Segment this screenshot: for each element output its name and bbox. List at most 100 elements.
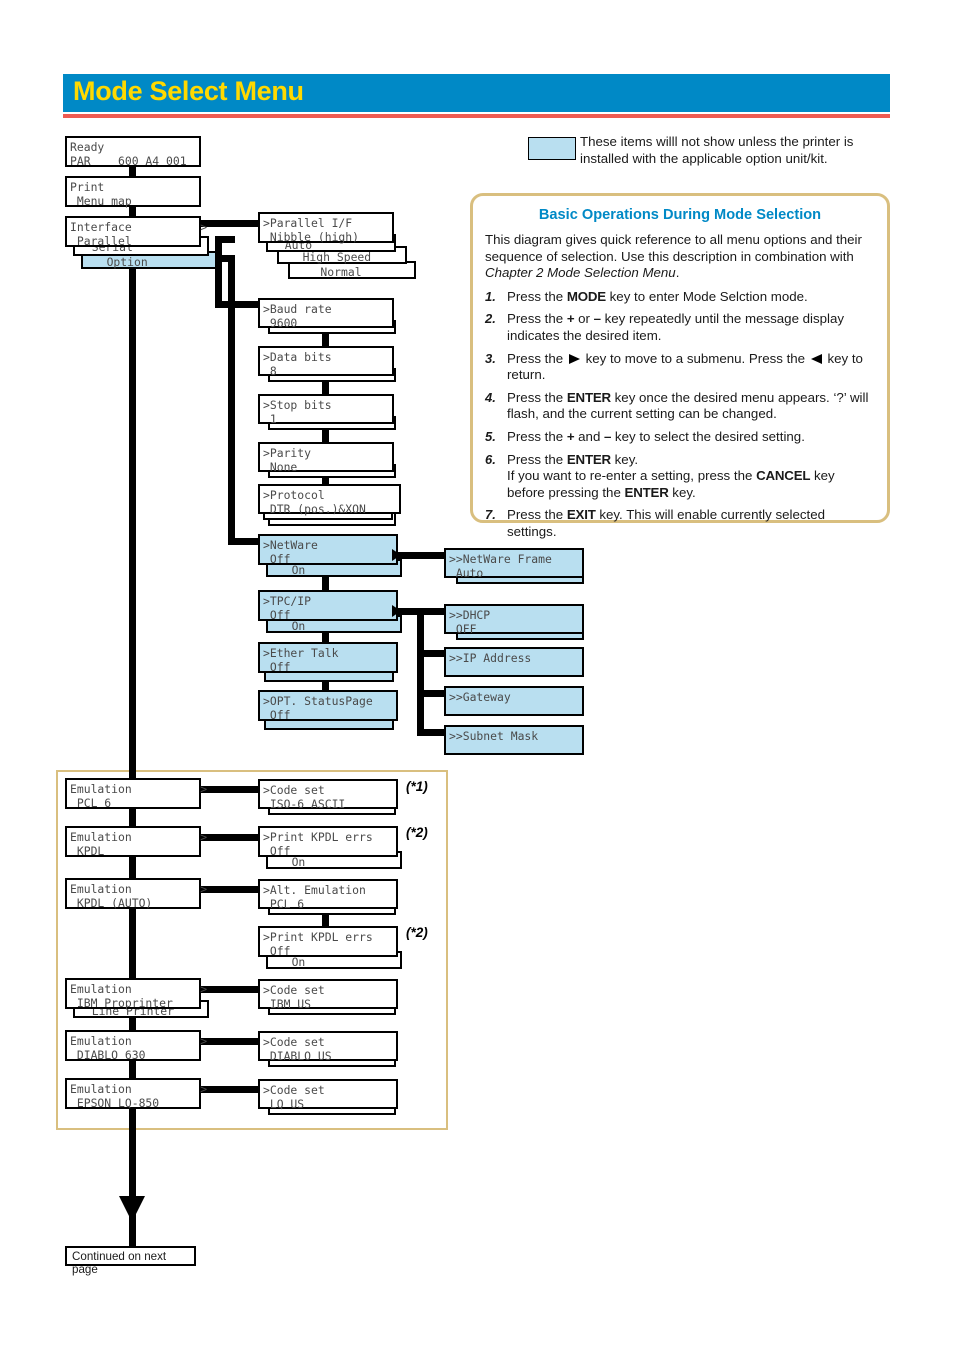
lcd-line-1: >>Gateway — [449, 690, 511, 704]
step-item-3: 3. Press the key to move to a submenu. Pr… — [485, 351, 875, 384]
key-enter: ENTER — [566, 389, 611, 405]
step-number: 1. — [485, 288, 496, 304]
lcd-line-1: Emulation > — [70, 782, 208, 796]
connector-ibm-to-codeset — [201, 986, 263, 993]
lcd-line-2: OFF — [449, 622, 477, 636]
lcd-emulation-pcl6: Emulation > PCL 6 — [65, 778, 207, 810]
lcd-line-1: >Parallel I/F — [263, 216, 353, 230]
step-item-6: 6. Press the ENTER key. If you want to re-… — [485, 452, 875, 502]
basic-operations-title: Basic Operations During Mode Selection — [538, 207, 822, 223]
lcd-line-2: PCL 6 — [70, 796, 112, 810]
lcd-line-2: DIABLO US — [263, 1049, 332, 1063]
tcpip-submenu-arrow-icon — [392, 605, 401, 617]
lcd-line-1: >NetWare — [263, 538, 318, 552]
step-text-b: and — [574, 428, 605, 444]
lcd-line-1: >>DHCP — [449, 608, 491, 622]
lcd-line-1: Print — [70, 180, 105, 194]
step-item-4: 4. Press the ENTER key once the desired m… — [485, 390, 875, 423]
lcd-subnet-mask: >>Subnet Mask — [444, 725, 584, 755]
lcd-line-1: Emulation > — [70, 1034, 208, 1048]
lcd-interface: Interface > Parallel — [65, 216, 207, 248]
lcd-ip-address: >>IP Address — [444, 647, 584, 677]
lcd-line-2: KPDL — [70, 844, 105, 858]
lcd-line-1: >Ether Talk — [263, 646, 339, 660]
lcd-code-set-lq: >Code set LQ US — [258, 1079, 398, 1111]
lcd-line-1: Interface > — [70, 220, 208, 234]
connector-branch-ip-address — [417, 650, 447, 657]
lcd-line-2: Parallel — [70, 234, 132, 248]
connector-diablo-to-codeset — [201, 1038, 263, 1045]
lcd-line-1: High Speed — [282, 250, 372, 264]
lcd-dhcp: >>DHCP OFF — [444, 604, 584, 636]
connector-kpdlauto-to-altemu — [201, 886, 263, 893]
lcd-line-1: Normal — [293, 265, 362, 279]
footnote-marker-1: (*1) — [406, 779, 428, 794]
legend-note: These items willl not show unless the pr… — [580, 134, 854, 166]
lcd-emulation-diablo-630: Emulation > DIABLO 630 — [65, 1030, 207, 1062]
key-exit: EXIT — [566, 507, 596, 523]
lcd-line-1: >Stop bits — [263, 398, 332, 412]
lcd-print-menu-map: Print Menu map — [65, 176, 201, 208]
page-header-bar: Mode Select Menu — [63, 74, 890, 112]
lcd-netware-frame: >>NetWare Frame Auto — [444, 548, 584, 580]
step-text-a: Press the — [507, 389, 567, 405]
step-text-b: key. — [610, 451, 639, 467]
lcd-line-1: >Print KPDL errs — [263, 830, 373, 844]
footnote-marker-2a: (*2) — [406, 825, 428, 840]
step-text-b: key to move to a submenu. Press the — [581, 350, 809, 366]
step-item-5: 5. Press the + and – key to select the de… — [485, 429, 875, 446]
header-underline-rule — [63, 114, 890, 118]
lcd-code-set-diablo: >Code set DIABLO US — [258, 1031, 398, 1063]
key-minus: – — [593, 311, 601, 327]
lcd-line-1: >>NetWare Frame — [449, 552, 552, 566]
lcd-line-2: Auto — [449, 566, 484, 580]
lcd-line-2: 1 — [263, 412, 277, 426]
step-text-a: Press the — [507, 507, 567, 523]
lcd-emulation-kpdl: Emulation > KPDL — [65, 826, 207, 858]
lcd-line-2: LQ US — [263, 1097, 305, 1111]
step-item-2: 2. Press the + or – key repeatedly until … — [485, 311, 875, 344]
step-text-a: Press the — [507, 311, 567, 327]
lcd-print-kpdl-errs-2: >Print KPDL errs Off — [258, 926, 398, 958]
mode-select-menu-page: Mode Select Menu These items willl not s… — [0, 0, 954, 1351]
basic-operations-panel: Basic Operations During Mode Selection T… — [470, 193, 890, 539]
page-title: Mode Select Menu — [73, 76, 304, 106]
continued-on-next-page-label: Continued on next page — [65, 1246, 196, 1276]
lcd-line-1: Emulation > — [70, 830, 208, 844]
connector-option-vertical — [228, 255, 235, 545]
lcd-line-1: >Code set — [263, 783, 325, 797]
step-number: 6. — [485, 451, 496, 467]
step-text-b: key to enter Mode Selction mode. — [605, 288, 808, 304]
lcd-alt-emulation: >Alt. Emulation PCL 6 — [258, 879, 398, 911]
lcd-line-2: Off — [263, 708, 291, 722]
lcd-protocol: >Protocol DTR (pos.)&XON — [258, 484, 401, 516]
lcd-line-2: Nibble (high) — [263, 230, 360, 244]
lcd-status-ready: Ready PAR 600 A4 001 — [65, 136, 201, 168]
lcd-line-1: >Print KPDL errs — [263, 930, 373, 944]
operation-steps-list: 1. Press the MODE key to enter Mode Selct… — [473, 289, 887, 541]
connector-branch-gateway — [417, 690, 447, 697]
lcd-line-2: ISO-6 ASCII — [263, 797, 346, 811]
key-cancel: CANCEL — [756, 468, 811, 484]
lcd-line-1: >Parity — [263, 446, 312, 460]
key-enter: ENTER — [566, 451, 611, 467]
intro-text-c: . — [675, 265, 680, 281]
lcd-line-2: KPDL (AUTO) — [70, 896, 153, 910]
step-number: 5. — [485, 428, 496, 444]
lcd-tcp-ip: >TPC/IP Off — [258, 590, 398, 622]
lcd-emulation-epson-lq850: Emulation > EPSON LQ-850 — [65, 1078, 207, 1110]
arrow-left-icon — [810, 353, 822, 364]
lcd-gateway: >>Gateway — [444, 686, 584, 716]
footnote-marker-2b: (*2) — [406, 925, 428, 940]
lcd-line-1: >Code set — [263, 1035, 325, 1049]
lcd-line-2: Off — [263, 608, 291, 622]
legend-color-swatch — [528, 137, 576, 160]
netware-submenu-arrow-icon — [392, 549, 401, 561]
lcd-line-2: Menu map — [70, 194, 132, 208]
lcd-data-bits: >Data bits 8 — [258, 346, 394, 378]
lcd-line-2: Off — [263, 552, 291, 566]
connector-epson-to-codeset — [201, 1086, 263, 1093]
step-text-a: Press the — [507, 350, 567, 366]
lcd-print-kpdl-errs-1: >Print KPDL errs Off — [258, 826, 398, 858]
lcd-line-1: >Code set — [263, 1083, 325, 1097]
